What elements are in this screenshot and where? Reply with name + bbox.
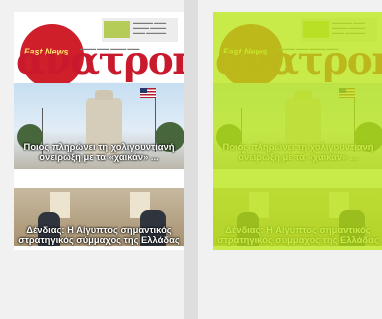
promo-text-lines: ▬▬▬▬▬ ▬▬▬ ▬▬▬▬ ▬▬▬▬ ▬▬▬ ▬▬▬▬▬	[332, 20, 366, 35]
headline-main: Ποιος πληρώνει τη χολιγουντιανή ονείρωξη…	[222, 141, 374, 162]
cover-card-2[interactable]: Fast News ▬▬▬▬▬ ▬▬▬ ▬▬▬▬ ▬▬▬▬ ▬▬▬ ▬▬▬▬▬ ▬▬…	[198, 0, 382, 319]
promo-text-lines: ▬▬▬▬▬ ▬▬▬ ▬▬▬▬ ▬▬▬▬ ▬▬▬ ▬▬▬▬▬	[133, 20, 167, 35]
headline-secondary: Δένδιας: Η Αίγυπτος σημαντικός στρατηγικ…	[18, 224, 180, 245]
headline-secondary: Δένδιας: Η Αίγυπτος σημαντικός στρατηγικ…	[217, 224, 379, 245]
masthead-title: ανατροπή	[215, 38, 382, 84]
cover-card-1[interactable]: Fast News ▬▬▬▬▬ ▬▬▬ ▬▬▬▬ ▬▬▬▬ ▬▬▬ ▬▬▬▬▬ ▬▬…	[0, 0, 184, 319]
newspaper-cover-1[interactable]: Fast News ▬▬▬▬▬ ▬▬▬ ▬▬▬▬ ▬▬▬▬ ▬▬▬ ▬▬▬▬▬ ▬▬…	[14, 12, 184, 250]
masthead-title: ανατροπή	[16, 38, 184, 84]
newspaper-cover-2[interactable]: Fast News ▬▬▬▬▬ ▬▬▬ ▬▬▬▬ ▬▬▬▬ ▬▬▬ ▬▬▬▬▬ ▬▬…	[213, 12, 382, 250]
promo-thumbnail	[104, 21, 130, 38]
headline-main: Ποιος πληρώνει τη χολιγουντιανή ονείρωξη…	[23, 141, 175, 162]
us-flag-icon	[140, 88, 156, 98]
promo-thumbnail	[303, 21, 329, 38]
us-flag-icon	[339, 88, 355, 98]
